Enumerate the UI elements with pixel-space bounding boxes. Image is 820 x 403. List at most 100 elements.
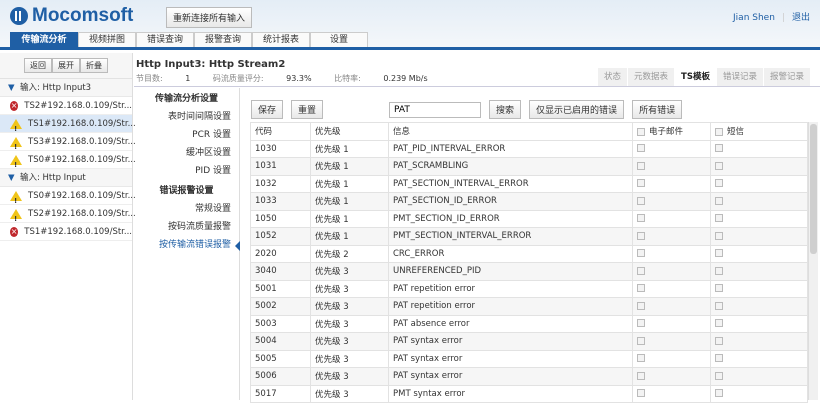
- email-checkbox[interactable]: [637, 144, 645, 153]
- sms-checkbox[interactable]: [715, 144, 723, 153]
- sms-cell: [710, 349, 808, 368]
- email-checkbox[interactable]: [637, 249, 645, 258]
- stream-item[interactable]: TS2#192.168.0.109/Str...: [0, 205, 136, 228]
- sms-checkbox[interactable]: [715, 266, 723, 275]
- reset-button[interactable]: 重置: [291, 100, 324, 119]
- email-checkbox[interactable]: [637, 284, 645, 293]
- priority-cell: 优先级 3: [310, 367, 389, 386]
- sms-checkbox[interactable]: [715, 319, 723, 328]
- subtab-status[interactable]: 状态: [598, 68, 628, 86]
- tab-settings[interactable]: 设置: [310, 32, 368, 47]
- code-cell: 5001: [250, 279, 311, 298]
- input-group[interactable]: ▼ 输入: Http Input: [0, 169, 132, 187]
- user-name[interactable]: Jian Shen: [733, 13, 775, 23]
- sms-checkbox[interactable]: [715, 179, 723, 188]
- sms-cell: [710, 314, 808, 333]
- email-checkbox[interactable]: [637, 231, 645, 240]
- email-checkbox[interactable]: [637, 389, 645, 398]
- sms-checkbox[interactable]: [715, 249, 723, 258]
- priority-cell: 优先级 2: [310, 244, 389, 263]
- table-row: 1052 优先级 1 PMT_SECTION_INTERVAL_ERROR: [250, 227, 808, 246]
- input-group[interactable]: ▼ 输入: Http Input3: [0, 79, 132, 97]
- email-cell: [632, 262, 711, 281]
- sms-checkbox[interactable]: [715, 284, 723, 293]
- sms-checkbox[interactable]: [715, 196, 723, 205]
- subtab-error-log[interactable]: 错误记录: [716, 68, 763, 86]
- stream-item[interactable]: TS1#192.168.0.109/Str...: [0, 115, 136, 138]
- stream-item[interactable]: TS0#192.168.0.109/Str...: [0, 187, 136, 210]
- code-cell: 1031: [250, 157, 311, 176]
- email-checkbox[interactable]: [637, 371, 645, 380]
- table-row: 5003 优先级 3 PAT absence error: [250, 314, 808, 333]
- stream-item[interactable]: TS3#192.168.0.109/Str...: [0, 133, 136, 156]
- warning-icon: [10, 136, 22, 156]
- email-checkbox[interactable]: [637, 179, 645, 188]
- info-cell: PAT syntax error: [388, 349, 633, 368]
- col-code: 代码: [250, 122, 311, 141]
- sms-checkbox[interactable]: [715, 214, 723, 223]
- email-checkbox[interactable]: [637, 266, 645, 275]
- stream-item[interactable]: TS0#192.168.0.109/Str...: [0, 151, 136, 174]
- code-cell: 5003: [250, 314, 311, 333]
- sms-checkbox[interactable]: [715, 389, 723, 398]
- priority-cell: 优先级 3: [310, 332, 389, 351]
- menu-general[interactable]: 常规设置: [134, 200, 239, 218]
- save-button[interactable]: 保存: [251, 100, 284, 119]
- sms-checkbox[interactable]: [715, 161, 723, 170]
- menu-quality-alarm[interactable]: 按码流质量报警: [134, 218, 239, 236]
- email-checkbox[interactable]: [637, 214, 645, 223]
- tab-reports[interactable]: 统计报表: [252, 32, 310, 47]
- sms-checkbox[interactable]: [715, 231, 723, 240]
- email-checkbox[interactable]: [637, 196, 645, 205]
- priority-cell: 优先级 3: [310, 314, 389, 333]
- sms-checkbox[interactable]: [715, 336, 723, 345]
- expand-button[interactable]: 展开: [52, 58, 80, 73]
- caret-down-icon[interactable]: ▼: [8, 173, 15, 183]
- all-errors-button[interactable]: 所有错误: [632, 100, 683, 119]
- email-checkbox[interactable]: [637, 354, 645, 363]
- sms-checkbox[interactable]: [715, 301, 723, 310]
- stream-title: Http Input3: Http Stream2: [136, 59, 286, 70]
- sms-checkbox[interactable]: [715, 354, 723, 363]
- back-button[interactable]: 返回: [24, 58, 52, 73]
- scrollbar-thumb[interactable]: [810, 124, 817, 254]
- email-all-checkbox[interactable]: [637, 127, 645, 136]
- menu-table-interval[interactable]: 表时间间隔设置: [134, 108, 239, 126]
- tab-ts-analysis[interactable]: 传输流分析: [10, 32, 78, 47]
- email-checkbox[interactable]: [637, 161, 645, 170]
- search-button[interactable]: 搜索: [489, 100, 522, 119]
- enabled-only-button[interactable]: 仅显示已启用的错误: [529, 100, 625, 119]
- sms-all-checkbox[interactable]: [715, 127, 723, 136]
- logout-link[interactable]: 退出: [792, 13, 810, 23]
- subtab-alarm-log[interactable]: 报警记录: [763, 68, 810, 86]
- email-checkbox[interactable]: [637, 301, 645, 310]
- tab-video-mosaic[interactable]: 视频拼图: [78, 32, 136, 47]
- menu-pid[interactable]: PID 设置: [134, 162, 239, 180]
- caret-down-icon[interactable]: ▼: [8, 83, 15, 93]
- menu-pcr[interactable]: PCR 设置: [134, 126, 239, 144]
- stream-item[interactable]: × TS1#192.168.0.109/Str...: [0, 223, 132, 241]
- sms-cell: [710, 297, 808, 316]
- collapse-button[interactable]: 折叠: [80, 58, 108, 73]
- sms-checkbox[interactable]: [715, 371, 723, 380]
- stream-label: TS0#192.168.0.109/Str...: [28, 190, 136, 201]
- table-row: 3040 优先级 3 UNREFERENCED_PID: [250, 262, 808, 281]
- search-input[interactable]: [389, 101, 482, 118]
- input-group-label: 输入: Http Input3: [19, 83, 92, 93]
- error-icon: ×: [10, 100, 19, 111]
- menu-ts-error-alarm[interactable]: 按传输流错误报警: [134, 236, 239, 254]
- stream-item[interactable]: × TS2#192.168.0.109/Str...: [0, 97, 132, 115]
- sms-cell: [710, 244, 808, 263]
- subtab-metadata[interactable]: 元数据表: [628, 68, 675, 86]
- top-header: Mocomsoft 重新连接所有输入 Jian Shen | 退出 传输流分析 视频…: [0, 0, 820, 50]
- email-checkbox[interactable]: [637, 319, 645, 328]
- reconnect-all-button[interactable]: 重新连接所有输入: [166, 7, 253, 28]
- email-checkbox[interactable]: [637, 336, 645, 345]
- menu-buffer[interactable]: 缓冲区设置: [134, 144, 239, 162]
- table-scrollbar[interactable]: [808, 122, 818, 400]
- subtab-ts-template[interactable]: TS模板: [675, 68, 716, 86]
- tab-error-query[interactable]: 错误查询: [136, 32, 194, 47]
- tab-alarm-query[interactable]: 报警查询: [194, 32, 252, 47]
- info-cell: PAT_PID_INTERVAL_ERROR: [388, 139, 633, 158]
- email-cell: [632, 174, 711, 193]
